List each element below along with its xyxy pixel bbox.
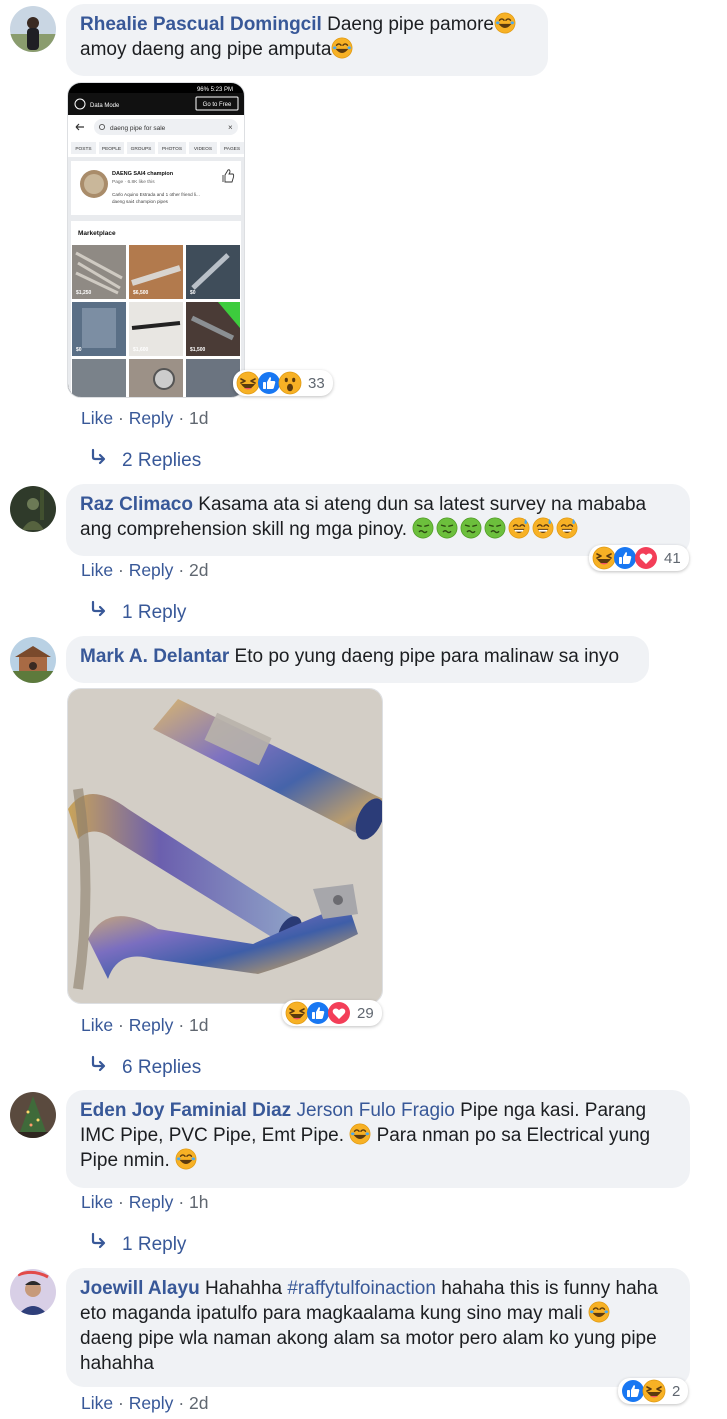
svg-text:Page · 6.8K like this: Page · 6.8K like this	[112, 179, 155, 185]
svg-text:$1,250: $1,250	[76, 290, 92, 296]
comment-author[interactable]: Eden Joy Faminial Diaz	[80, 1100, 291, 1121]
reaction-summary[interactable]: 33	[233, 370, 333, 396]
nauseated-face-emoji	[484, 517, 507, 539]
comment-text: Mark A. Delantar Eto po yung daeng pipe …	[80, 646, 620, 667]
view-replies-link[interactable]: 6 Replies	[90, 1055, 201, 1079]
reaction-summary[interactable]: 41	[589, 545, 689, 571]
grinning-sweat-emoji	[508, 517, 531, 539]
svg-text:DAENG SAI4 champion: DAENG SAI4 champion	[112, 171, 174, 177]
svg-text:Carlo Aquino Estrada and 1 oth: Carlo Aquino Estrada and 1 other friend …	[112, 192, 200, 197]
avatar[interactable]	[10, 1269, 56, 1315]
like-link[interactable]: Like	[81, 1015, 113, 1035]
comment-text: Eden Joy Faminial Diaz Jerson Fulo Fragi…	[80, 1100, 651, 1171]
wow-emoji	[278, 371, 302, 395]
comment-actions: Like · Reply · 1d	[81, 408, 209, 428]
svg-text:$1,600: $1,600	[133, 347, 149, 353]
love-emoji	[635, 547, 657, 569]
reply-link[interactable]: Reply	[129, 1192, 174, 1212]
laugh-emoji	[642, 1379, 666, 1403]
comment-author[interactable]: Rhealie Pascual Domingcil	[80, 14, 322, 35]
comment-author[interactable]: Joewill Alayu	[80, 1278, 200, 1299]
nauseated-face-emoji	[460, 517, 483, 539]
attached-photo-exhaust-pipes[interactable]	[67, 688, 383, 1004]
like-link[interactable]: Like	[81, 408, 113, 428]
svg-text:$0: $0	[190, 290, 196, 296]
avatar[interactable]	[10, 6, 56, 52]
comment-text: Joewill Alayu Hahahha #raffytulfoinactio…	[80, 1278, 658, 1374]
reply-link[interactable]: Reply	[129, 1015, 174, 1035]
reply-arrow-icon	[91, 448, 106, 465]
comment-actions: Like · Reply · 1h	[81, 1192, 209, 1212]
comment-bubble: Rhealie Pascual Domingcil Daeng pipe pam…	[66, 4, 548, 76]
reply-link[interactable]: Reply	[129, 408, 174, 428]
reply-link[interactable]: Reply	[129, 560, 174, 580]
reply-link[interactable]: Reply	[129, 1393, 174, 1413]
comment-actions: Like · Reply · 1d	[81, 1015, 209, 1035]
status-bar-text: 96% 5:23 PM	[197, 87, 233, 93]
svg-text:Data Mode: Data Mode	[90, 103, 120, 109]
reaction-count: 29	[357, 1004, 374, 1022]
reply-arrow-icon	[91, 1232, 106, 1249]
avatar[interactable]	[10, 1092, 56, 1138]
svg-text:GROUPS: GROUPS	[131, 146, 152, 152]
grinning-sweat-emoji	[556, 517, 579, 539]
like-link[interactable]: Like	[81, 1192, 113, 1212]
nauseated-face-emoji	[412, 517, 435, 539]
comment-actions: Like · Reply · 2d	[81, 560, 209, 580]
like-link[interactable]: Like	[81, 560, 113, 580]
comment-author[interactable]: Mark A. Delantar	[80, 646, 229, 667]
view-replies-link[interactable]: 1 Reply	[90, 1232, 186, 1256]
view-replies-link[interactable]: 2 Replies	[90, 448, 201, 472]
svg-text:daeng sai4 champion pipes: daeng sai4 champion pipes	[112, 199, 169, 204]
reaction-summary[interactable]: 2	[618, 1378, 689, 1404]
nauseated-face-emoji	[436, 517, 459, 539]
svg-text:Marketplace: Marketplace	[78, 230, 116, 237]
svg-text:PAGES: PAGES	[224, 146, 240, 152]
avatar[interactable]	[10, 486, 56, 532]
timestamp[interactable]: 2d	[189, 1393, 208, 1413]
hashtag-link[interactable]: #raffytulfoinaction	[287, 1278, 436, 1299]
timestamp[interactable]: 1h	[189, 1192, 208, 1212]
love-emoji	[328, 1002, 350, 1024]
svg-text:PEOPLE: PEOPLE	[102, 146, 121, 152]
tears-of-joy-emoji	[494, 12, 516, 34]
comment-bubble: Mark A. Delantar Eto po yung daeng pipe …	[66, 636, 649, 683]
comment-text: Rhealie Pascual Domingcil Daeng pipe pam…	[80, 12, 534, 62]
svg-text:POSTS: POSTS	[75, 146, 91, 152]
svg-text:PHOTOS: PHOTOS	[162, 146, 182, 152]
avatar[interactable]	[10, 637, 56, 683]
reaction-summary[interactable]: 29	[282, 1000, 382, 1026]
grinning-sweat-emoji	[532, 517, 555, 539]
svg-text:VIDEOS: VIDEOS	[194, 146, 212, 152]
svg-text:×: ×	[228, 123, 233, 132]
svg-text:$6,500: $6,500	[133, 290, 149, 296]
comment-bubble: Joewill Alayu Hahahha #raffytulfoinactio…	[66, 1268, 690, 1387]
reaction-count: 33	[308, 374, 325, 392]
like-link[interactable]: Like	[81, 1393, 113, 1413]
svg-text:Go to Free: Go to Free	[203, 102, 232, 108]
comment-bubble: Eden Joy Faminial Diaz Jerson Fulo Fragi…	[66, 1090, 690, 1188]
reaction-count: 2	[672, 1382, 681, 1400]
timestamp[interactable]: 1d	[189, 1015, 208, 1035]
comment-author[interactable]: Raz Climaco	[80, 494, 193, 515]
reply-arrow-icon	[91, 1055, 106, 1072]
tears-of-joy-emoji	[175, 1148, 197, 1170]
attached-screenshot[interactable]: 96% 5:23 PM Data Mode Go to Free daeng p…	[67, 82, 245, 398]
tears-of-joy-emoji	[331, 37, 354, 59]
timestamp[interactable]: 1d	[189, 408, 208, 428]
tears-of-joy-emoji	[588, 1301, 610, 1323]
reaction-count: 41	[664, 549, 681, 567]
svg-text:$0: $0	[76, 347, 82, 353]
comment-text: Raz Climaco Kasama ata si ateng dun sa l…	[80, 494, 647, 540]
timestamp[interactable]: 2d	[189, 560, 208, 580]
mention-link[interactable]: Jerson Fulo Fragio	[296, 1100, 454, 1121]
view-replies-link[interactable]: 1 Reply	[90, 600, 186, 624]
tears-of-joy-emoji	[349, 1123, 372, 1145]
reply-arrow-icon	[91, 600, 106, 617]
comment-actions: Like · Reply · 2d	[81, 1393, 209, 1413]
svg-text:daeng pipe for sale: daeng pipe for sale	[110, 125, 166, 132]
svg-text:$1,500: $1,500	[190, 347, 206, 353]
